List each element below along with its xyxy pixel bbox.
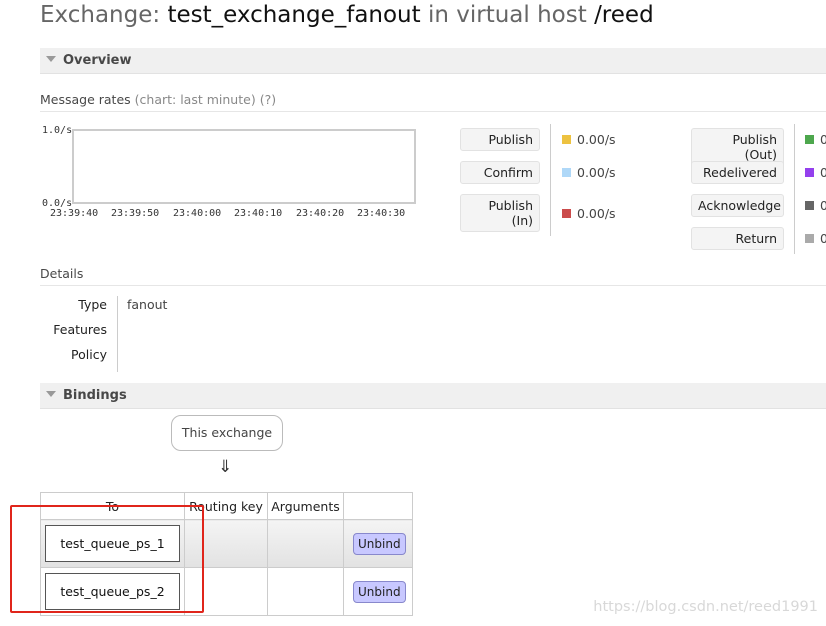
exchange-name: test_exchange_fanout bbox=[167, 2, 421, 28]
queue-link[interactable]: test_queue_ps_2 bbox=[45, 573, 180, 610]
legend-value-text: 0.00/s bbox=[577, 165, 616, 180]
legend-value-text: 0 bbox=[820, 231, 826, 246]
legend-value-text: 0 bbox=[820, 165, 826, 180]
column-header-routing-key: Routing key bbox=[184, 492, 268, 520]
overview-header-label: Overview bbox=[63, 53, 132, 68]
y-axis-max-label: 1.0/s bbox=[42, 125, 73, 136]
legend-swatch bbox=[562, 209, 571, 218]
vhost-name: /reed bbox=[594, 2, 654, 28]
title-prefix: Exchange: bbox=[40, 2, 168, 28]
legend-separator bbox=[550, 124, 551, 236]
details-label: Details bbox=[40, 266, 84, 281]
column-header-to: To bbox=[40, 492, 185, 520]
x-axis-tick-label: 23:40:00 bbox=[173, 208, 222, 219]
bindings-section-toggle[interactable]: Bindings bbox=[40, 383, 826, 409]
legend-return-toggle[interactable]: Return bbox=[691, 227, 784, 250]
chart-range-hint: (chart: last minute) bbox=[134, 92, 256, 107]
help-link[interactable]: (?) bbox=[260, 92, 276, 107]
action-cell: Unbind bbox=[343, 567, 413, 616]
legend-return-value: 0 bbox=[805, 231, 826, 246]
legend-redelivered-value: 0 bbox=[805, 165, 826, 180]
legend-acknowledge-value: 0 bbox=[805, 198, 826, 213]
x-axis-tick-label: 23:39:40 bbox=[50, 208, 99, 219]
legend-publish-toggle[interactable]: Publish bbox=[460, 128, 540, 151]
bindings-table: To Routing key Arguments test_queue_ps_1… bbox=[40, 492, 413, 616]
page-title: Exchange: test_exchange_fanout in virtua… bbox=[40, 2, 654, 28]
x-axis-tick-label: 23:40:30 bbox=[357, 208, 406, 219]
legend-swatch bbox=[562, 135, 571, 144]
legend-acknowledge-toggle[interactable]: Acknowledge bbox=[691, 194, 784, 217]
collapse-triangle-icon bbox=[46, 391, 56, 397]
legend-swatch bbox=[805, 135, 814, 144]
x-axis-tick-label: 23:39:50 bbox=[111, 208, 160, 219]
legend-value-text: 0 bbox=[820, 198, 826, 213]
legend-swatch bbox=[562, 168, 571, 177]
legend-swatch bbox=[805, 234, 814, 243]
arguments-cell bbox=[267, 519, 344, 568]
table-row: test_queue_ps_2 Unbind bbox=[40, 567, 413, 616]
down-arrow-icon: ⇓ bbox=[218, 457, 233, 477]
details-separator bbox=[117, 296, 118, 372]
unbind-button[interactable]: Unbind bbox=[353, 532, 406, 555]
this-exchange-node: This exchange bbox=[171, 415, 283, 451]
legend-value-text: 0.00/s bbox=[577, 132, 616, 147]
overview-section-toggle[interactable]: Overview bbox=[40, 48, 826, 74]
message-rates-label: Message rates bbox=[40, 92, 131, 107]
queue-link[interactable]: test_queue_ps_1 bbox=[45, 525, 180, 562]
legend-publish-in-value: 0.00/s bbox=[562, 206, 616, 221]
collapse-triangle-icon bbox=[46, 56, 56, 62]
legend-separator bbox=[794, 124, 795, 254]
unbind-button[interactable]: Unbind bbox=[353, 580, 406, 603]
legend-publish-value: 0.00/s bbox=[562, 132, 616, 147]
legend-swatch bbox=[805, 168, 814, 177]
features-label: Features bbox=[53, 322, 107, 337]
routing-key-cell bbox=[184, 567, 268, 616]
binding-destination-cell: test_queue_ps_2 bbox=[40, 567, 185, 616]
legend-swatch bbox=[805, 201, 814, 210]
table-row: test_queue_ps_1 Unbind bbox=[40, 519, 413, 568]
legend-value-text: 0 bbox=[820, 132, 826, 147]
bindings-header-label: Bindings bbox=[63, 388, 127, 403]
message-rates-subhead: Message rates (chart: last minute) (?) bbox=[40, 92, 826, 112]
legend-confirm-value: 0.00/s bbox=[562, 165, 616, 180]
legend-value-text: 0.00/s bbox=[577, 206, 616, 221]
details-subhead: Details bbox=[40, 266, 826, 286]
type-label: Type bbox=[78, 297, 107, 312]
policy-label: Policy bbox=[71, 347, 107, 362]
routing-key-cell bbox=[184, 519, 268, 568]
legend-publish-in-toggle[interactable]: Publish (In) bbox=[460, 194, 540, 232]
arguments-cell bbox=[267, 567, 344, 616]
column-header-actions bbox=[343, 492, 413, 520]
x-axis-tick-label: 23:40:10 bbox=[234, 208, 283, 219]
table-header-row: To Routing key Arguments bbox=[40, 492, 413, 520]
action-cell: Unbind bbox=[343, 519, 413, 568]
binding-destination-cell: test_queue_ps_1 bbox=[40, 519, 185, 568]
legend-redelivered-toggle[interactable]: Redelivered bbox=[691, 161, 784, 184]
legend-confirm-toggle[interactable]: Confirm bbox=[460, 161, 540, 184]
x-axis-tick-label: 23:40:20 bbox=[296, 208, 345, 219]
type-value: fanout bbox=[127, 297, 168, 312]
title-middle: in virtual host bbox=[420, 2, 595, 28]
watermark-text: https://blog.csdn.net/reed1991 bbox=[593, 599, 818, 615]
legend-publish-out-value: 0 bbox=[805, 132, 826, 147]
column-header-arguments: Arguments bbox=[267, 492, 344, 520]
message-rates-chart bbox=[72, 129, 416, 204]
